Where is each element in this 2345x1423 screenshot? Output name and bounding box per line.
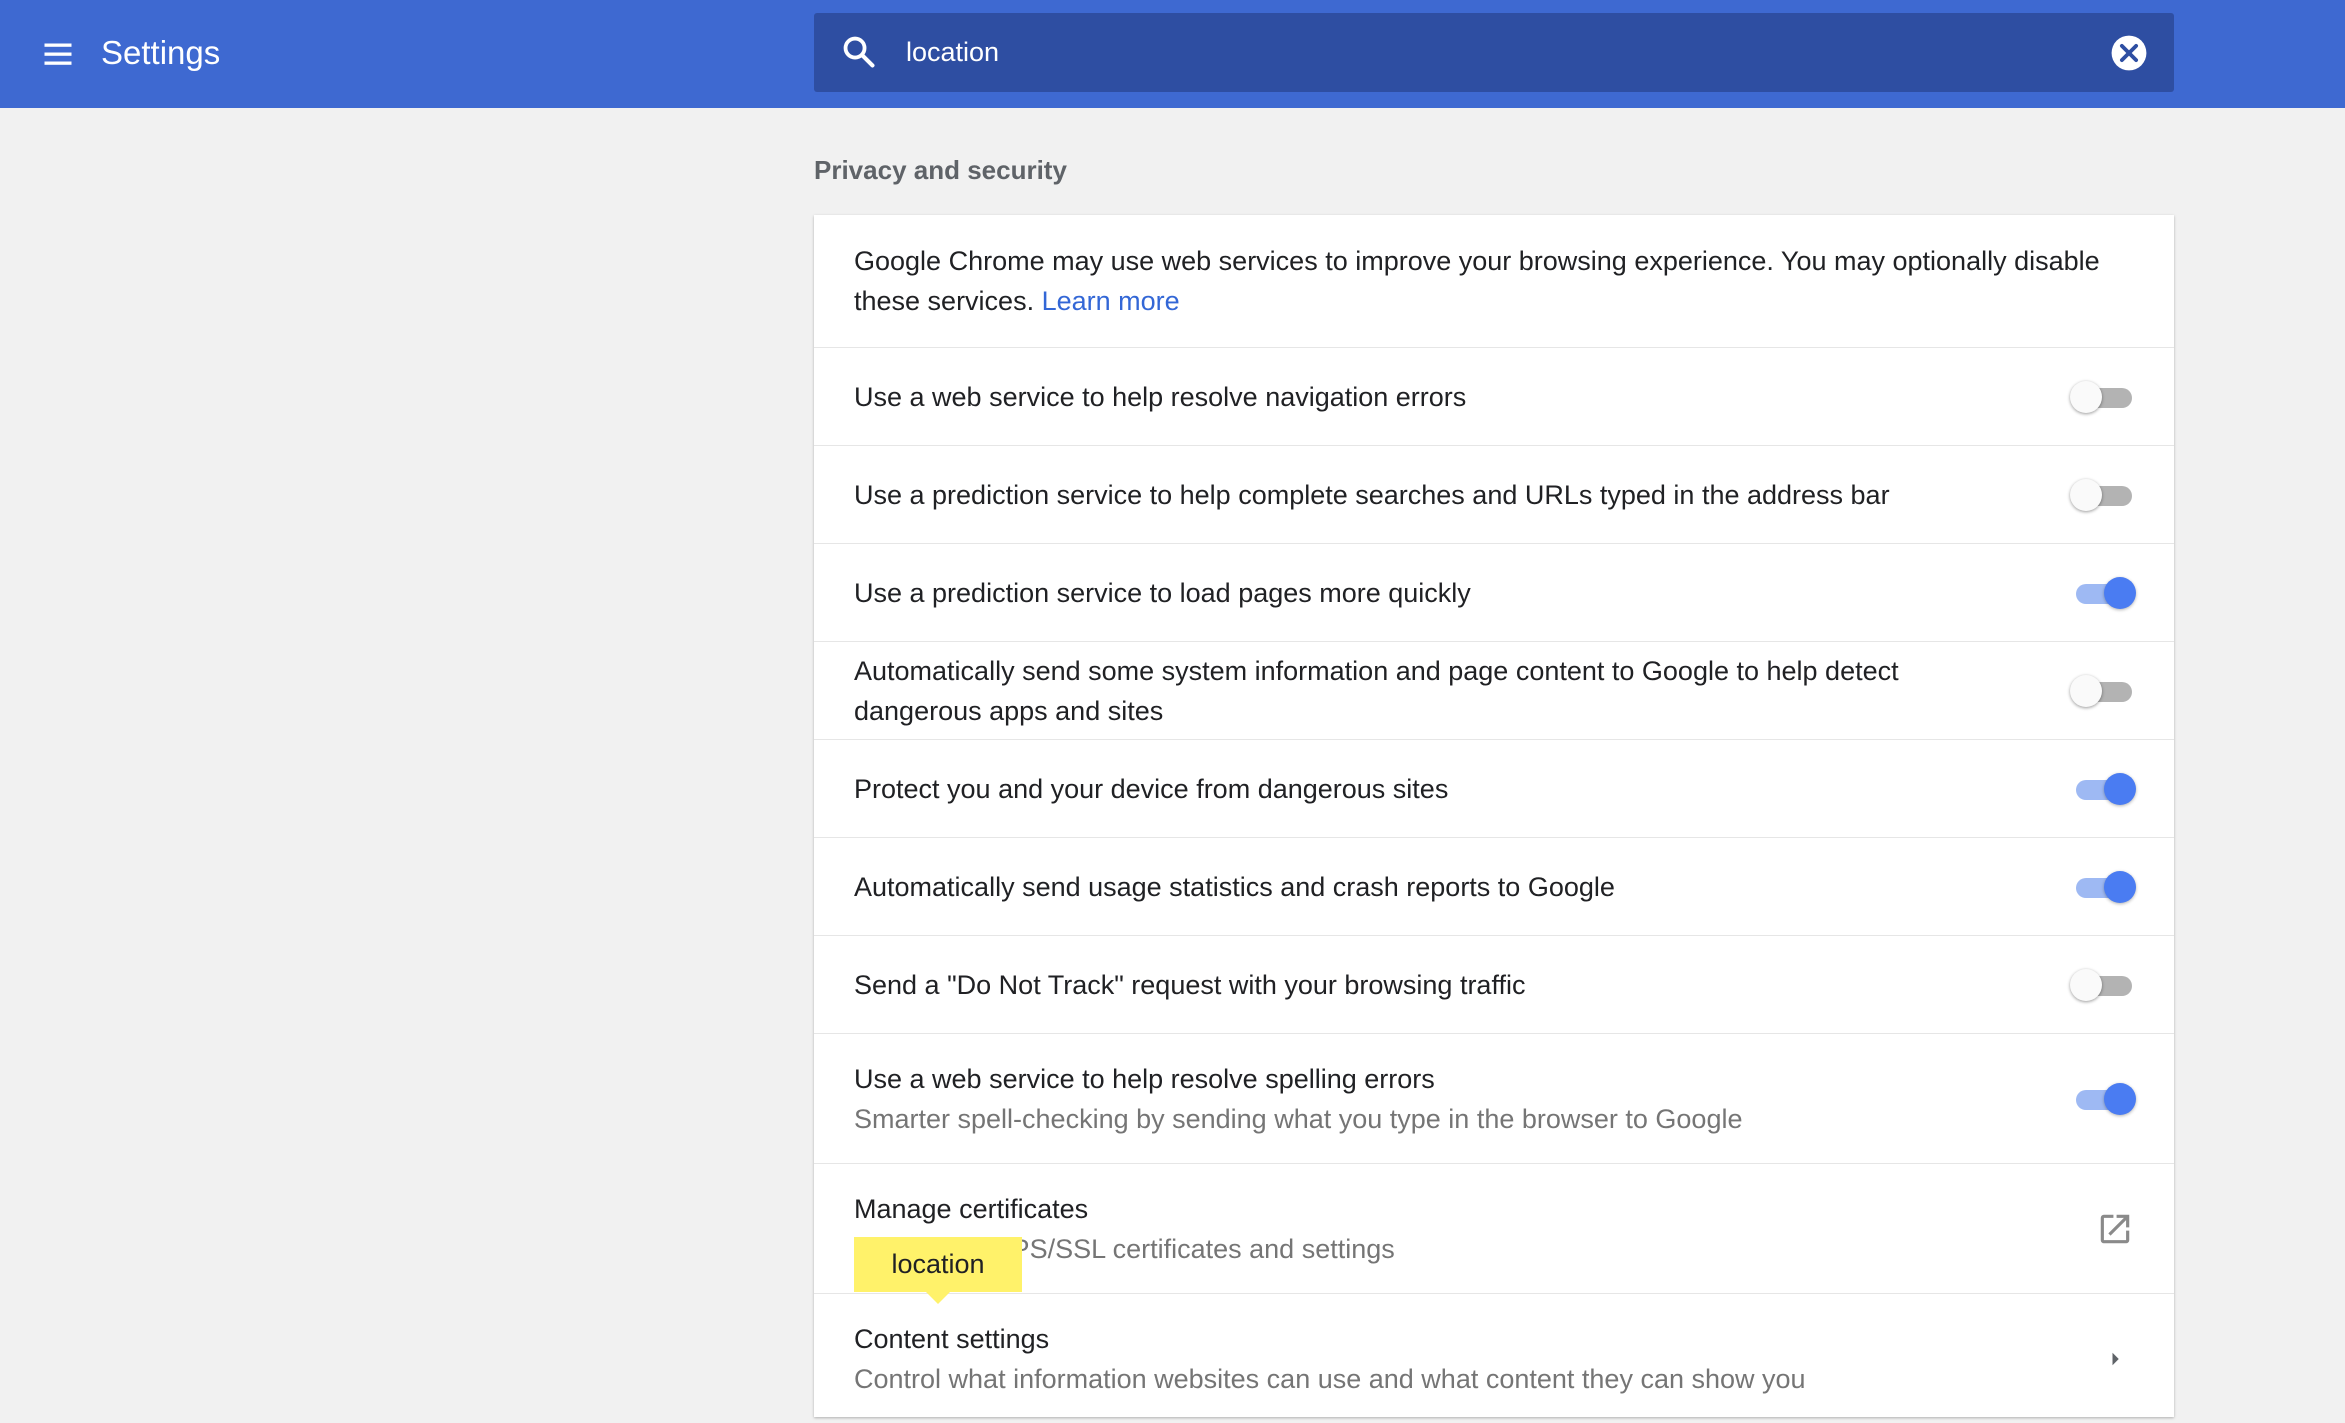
setting-row-navigation-errors[interactable]: Use a web service to help resolve naviga… — [814, 347, 2174, 445]
setting-label: Automatically send some system informati… — [854, 655, 1899, 726]
section-title: Privacy and security — [814, 155, 1067, 185]
setting-row-prediction-load-pages[interactable]: Use a prediction service to load pages m… — [814, 543, 2174, 641]
safe-browsing-toggle[interactable] — [2070, 767, 2136, 811]
prediction-search-toggle[interactable] — [2070, 473, 2136, 517]
setting-label: Use a web service to help resolve spelli… — [854, 1063, 1435, 1094]
setting-sublabel: Smarter spell-checking by sending what y… — [854, 1103, 1743, 1134]
navigation-errors-toggle[interactable] — [2070, 375, 2136, 419]
menu-button[interactable] — [28, 24, 88, 84]
intro-text: Google Chrome may use web services to im… — [814, 215, 2174, 347]
arrow-right-icon[interactable] — [2100, 1344, 2130, 1374]
hamburger-menu-icon — [44, 43, 72, 65]
toolbar: Settings — [0, 0, 2345, 108]
app-title: Settings — [101, 34, 221, 71]
search-input[interactable] — [906, 25, 2056, 80]
setting-row-prediction-search[interactable]: Use a prediction service to help complet… — [814, 445, 2174, 543]
setting-row-do-not-track[interactable]: Send a "Do Not Track" request with your … — [814, 935, 2174, 1033]
setting-label: Protect you and your device from dangero… — [854, 773, 1449, 804]
link-sublabel: Control what information websites can us… — [854, 1363, 1806, 1394]
link-label: Manage certificates — [854, 1193, 1089, 1224]
search-icon — [843, 36, 875, 68]
setting-label: Use a prediction service to load pages m… — [854, 577, 1471, 608]
setting-row-safe-browsing-reports[interactable]: Automatically send some system informati… — [814, 641, 2174, 739]
external-link-icon[interactable] — [2096, 1210, 2134, 1248]
setting-label: Use a prediction service to help complet… — [854, 479, 1890, 510]
link-label: Content settings — [854, 1323, 1050, 1354]
setting-label: Automatically send usage statistics and … — [854, 871, 1615, 902]
usage-statistics-toggle[interactable] — [2070, 865, 2136, 909]
link-row-content-settings[interactable]: Content settings Control what informatio… — [814, 1293, 2174, 1423]
spelling-service-toggle[interactable] — [2070, 1077, 2136, 1121]
setting-label: Send a "Do Not Track" request with your … — [854, 969, 1526, 1000]
setting-label: Use a web service to help resolve naviga… — [854, 381, 1467, 412]
safe-browsing-reports-toggle[interactable] — [2070, 669, 2136, 713]
search-highlight-bubble: location — [854, 1237, 1022, 1304]
prediction-load-pages-toggle[interactable] — [2070, 571, 2136, 615]
setting-row-usage-statistics[interactable]: Automatically send usage statistics and … — [814, 837, 2174, 935]
learn-more-link[interactable]: Learn more — [1042, 286, 1180, 316]
clear-search-icon[interactable] — [2110, 34, 2148, 72]
setting-row-spelling-service[interactable]: Use a web service to help resolve spelli… — [814, 1033, 2174, 1163]
setting-row-safe-browsing[interactable]: Protect you and your device from dangero… — [814, 739, 2174, 837]
do-not-track-toggle[interactable] — [2070, 963, 2136, 1007]
search-box[interactable] — [814, 13, 2174, 92]
link-sublabel: Manage HTTPS/SSL certificates and settin… — [854, 1233, 1395, 1264]
